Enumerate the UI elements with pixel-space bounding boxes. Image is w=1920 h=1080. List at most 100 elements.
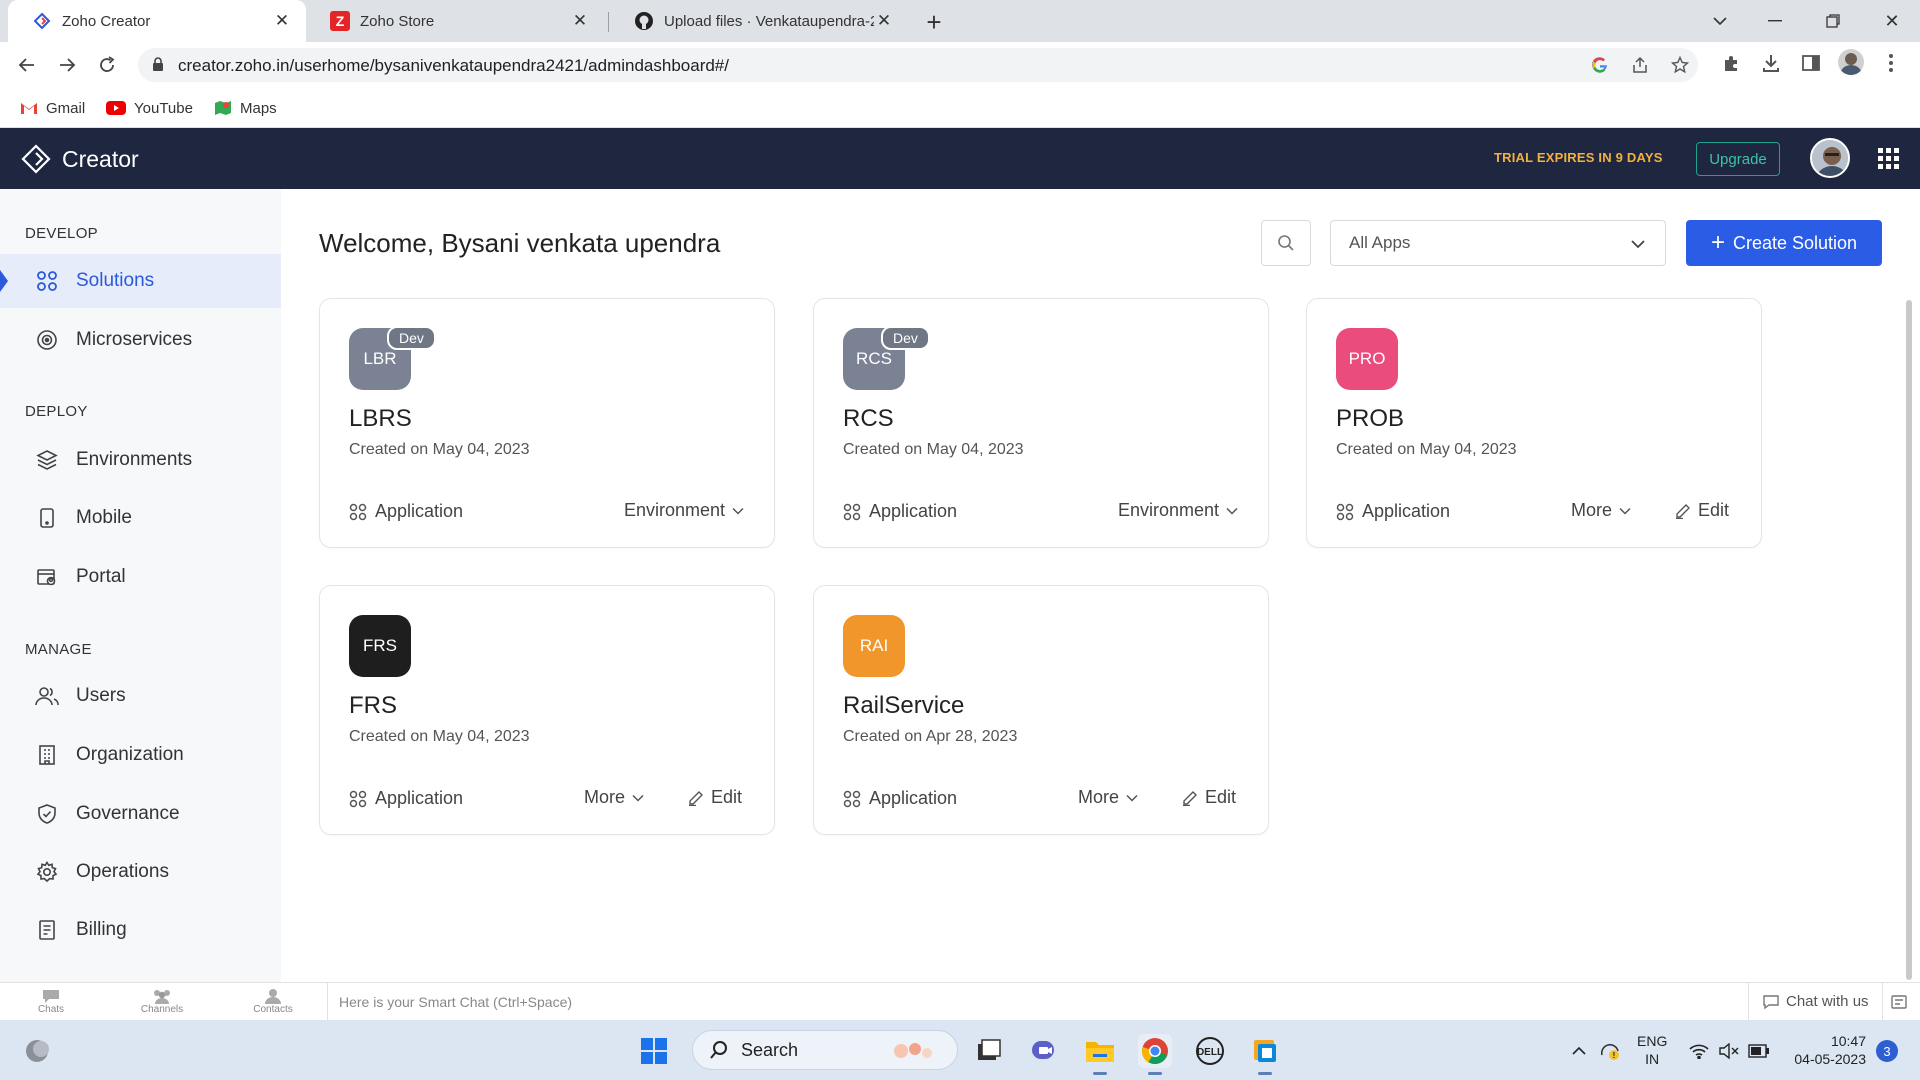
bookmark-maps[interactable]: Maps <box>214 96 277 120</box>
forward-icon[interactable] <box>52 50 82 80</box>
more-dropdown[interactable]: More <box>1571 500 1631 521</box>
weather-icon[interactable] <box>20 1034 54 1068</box>
page-scrollbar[interactable] <box>1906 300 1912 980</box>
tab-github-upload[interactable]: Upload files · Venkataupendra-24 ✕ <box>610 0 908 42</box>
app-card-railservice[interactable]: RAI RailService Created on Apr 28, 2023 … <box>813 585 1269 835</box>
users-icon <box>34 683 60 709</box>
environment-dropdown[interactable]: Environment <box>1118 500 1238 521</box>
section-develop: DEVELOP <box>25 225 98 242</box>
profile-avatar-icon[interactable] <box>1838 49 1864 75</box>
address-bar[interactable]: creator.zoho.in/userhome/bysanivenkataup… <box>138 48 1698 82</box>
tray-overflow-icon[interactable] <box>1568 1040 1590 1062</box>
more-dropdown[interactable]: More <box>584 787 644 808</box>
clock[interactable]: 10:47 04-05-2023 <box>1786 1032 1866 1068</box>
upgrade-button[interactable]: Upgrade <box>1696 142 1780 176</box>
side-panel-icon[interactable] <box>1798 50 1824 76</box>
windows-start-icon[interactable] <box>637 1034 671 1068</box>
edit-button[interactable]: Edit <box>688 787 742 808</box>
close-tab-icon[interactable]: ✕ <box>570 11 590 31</box>
close-window-icon[interactable]: ✕ <box>1862 0 1920 42</box>
running-indicator <box>1093 1072 1107 1075</box>
app-icon: PRO <box>1336 328 1398 390</box>
sidebar-item-organization[interactable]: Organization <box>0 728 281 782</box>
sidebar-item-mobile[interactable]: Mobile <box>0 491 281 545</box>
bookmark-star-icon[interactable] <box>1670 55 1690 75</box>
smart-chat-bar: Chats Channels Contacts Here is your Sma… <box>0 982 1920 1021</box>
back-icon[interactable] <box>12 50 42 80</box>
apps-grid-icon[interactable] <box>1878 148 1900 170</box>
minimize-icon[interactable] <box>1745 0 1805 42</box>
chats-button[interactable]: Chats <box>21 988 81 1015</box>
search-button[interactable] <box>1261 220 1311 266</box>
app-name[interactable]: LBRS <box>349 405 412 433</box>
app-card-rcs[interactable]: RCS Dev RCS Created on May 04, 2023 Appl… <box>813 298 1269 548</box>
more-dropdown[interactable]: More <box>1078 787 1138 808</box>
contacts-button[interactable]: Contacts <box>243 988 303 1015</box>
chrome-icon[interactable] <box>1138 1034 1172 1068</box>
wifi-icon[interactable] <box>1688 1040 1710 1062</box>
edit-button[interactable]: Edit <box>1182 787 1236 808</box>
smart-chat-input[interactable]: Here is your Smart Chat (Ctrl+Space) <box>339 994 572 1010</box>
user-avatar[interactable] <box>1810 138 1850 178</box>
created-date: Created on May 04, 2023 <box>349 728 530 745</box>
notification-count-badge[interactable]: 3 <box>1876 1040 1898 1062</box>
notification-panel-icon[interactable] <box>1890 993 1908 1011</box>
reload-icon[interactable] <box>92 50 122 80</box>
app-card-lbrs[interactable]: LBR Dev LBRS Created on May 04, 2023 App… <box>319 298 775 548</box>
app-name[interactable]: RCS <box>843 405 894 433</box>
google-icon[interactable] <box>1590 55 1610 75</box>
app-filter-select[interactable]: All Apps <box>1330 220 1666 266</box>
close-tab-icon[interactable]: ✕ <box>272 11 292 31</box>
sidebar-item-operations[interactable]: Operations <box>0 845 281 899</box>
bookmark-gmail[interactable]: Gmail <box>20 96 85 120</box>
snipping-tool-icon[interactable] <box>1248 1034 1282 1068</box>
language-indicator[interactable]: ENG IN <box>1637 1032 1667 1068</box>
brand[interactable]: Creator <box>20 143 139 175</box>
environment-dropdown[interactable]: Environment <box>624 500 744 521</box>
file-explorer-icon[interactable] <box>1083 1034 1117 1068</box>
sidebar-item-environments[interactable]: Environments <box>0 433 281 487</box>
tab-zoho-creator[interactable]: Zoho Creator ✕ <box>8 0 306 42</box>
task-view-icon[interactable] <box>972 1034 1006 1068</box>
close-tab-icon[interactable]: ✕ <box>874 11 894 31</box>
app-card-frs[interactable]: FRS FRS Created on May 04, 2023 Applicat… <box>319 585 775 835</box>
grid-icon <box>34 268 60 294</box>
gear-icon <box>34 859 60 885</box>
sidebar-item-users[interactable]: Users <box>0 669 281 723</box>
grid-icon <box>843 503 861 521</box>
download-icon[interactable] <box>1758 50 1784 76</box>
sidebar-item-billing[interactable]: Billing <box>0 903 281 957</box>
bookmark-youtube[interactable]: YouTube <box>106 96 193 120</box>
taskbar-search-box[interactable]: Search <box>692 1030 958 1070</box>
edit-button[interactable]: Edit <box>1675 500 1729 521</box>
volume-muted-icon[interactable] <box>1718 1040 1740 1062</box>
tab-search-chevron-icon[interactable] <box>1690 0 1750 42</box>
sidebar-item-governance[interactable]: Governance <box>0 787 281 841</box>
sidebar-item-portal[interactable]: Portal <box>0 550 281 604</box>
sidebar-item-solutions[interactable]: Solutions <box>0 254 281 308</box>
sidebar-item-microservices[interactable]: Microservices <box>0 313 281 367</box>
app-name[interactable]: PROB <box>1336 405 1404 433</box>
svg-text:Z: Z <box>336 13 345 29</box>
chat-icon <box>1762 994 1780 1010</box>
app-icon: FRS <box>349 615 411 677</box>
channels-button[interactable]: Channels <box>132 988 192 1015</box>
browser-menu-icon[interactable] <box>1878 50 1904 76</box>
extensions-icon[interactable] <box>1718 50 1744 76</box>
tab-zoho-store[interactable]: Z Zoho Store ✕ <box>306 0 604 42</box>
mobile-icon <box>34 505 60 531</box>
created-date: Created on Apr 28, 2023 <box>843 728 1018 745</box>
new-tab-button[interactable]: + <box>920 7 948 37</box>
network-warning-icon[interactable]: ! <box>1600 1040 1622 1062</box>
restore-icon[interactable] <box>1803 0 1863 42</box>
app-name[interactable]: RailService <box>843 692 964 720</box>
app-card-prob[interactable]: PRO PROB Created on May 04, 2023 Applica… <box>1306 298 1762 548</box>
teams-chat-icon[interactable] <box>1027 1034 1061 1068</box>
dell-icon[interactable]: DELL <box>1193 1034 1227 1068</box>
share-icon[interactable] <box>1630 55 1650 75</box>
app-name[interactable]: FRS <box>349 692 397 720</box>
chat-with-us-button[interactable]: Chat with us <box>1762 993 1869 1010</box>
battery-icon[interactable] <box>1748 1040 1770 1062</box>
created-date: Created on May 04, 2023 <box>349 441 530 458</box>
create-solution-button[interactable]: + Create Solution <box>1686 220 1882 266</box>
